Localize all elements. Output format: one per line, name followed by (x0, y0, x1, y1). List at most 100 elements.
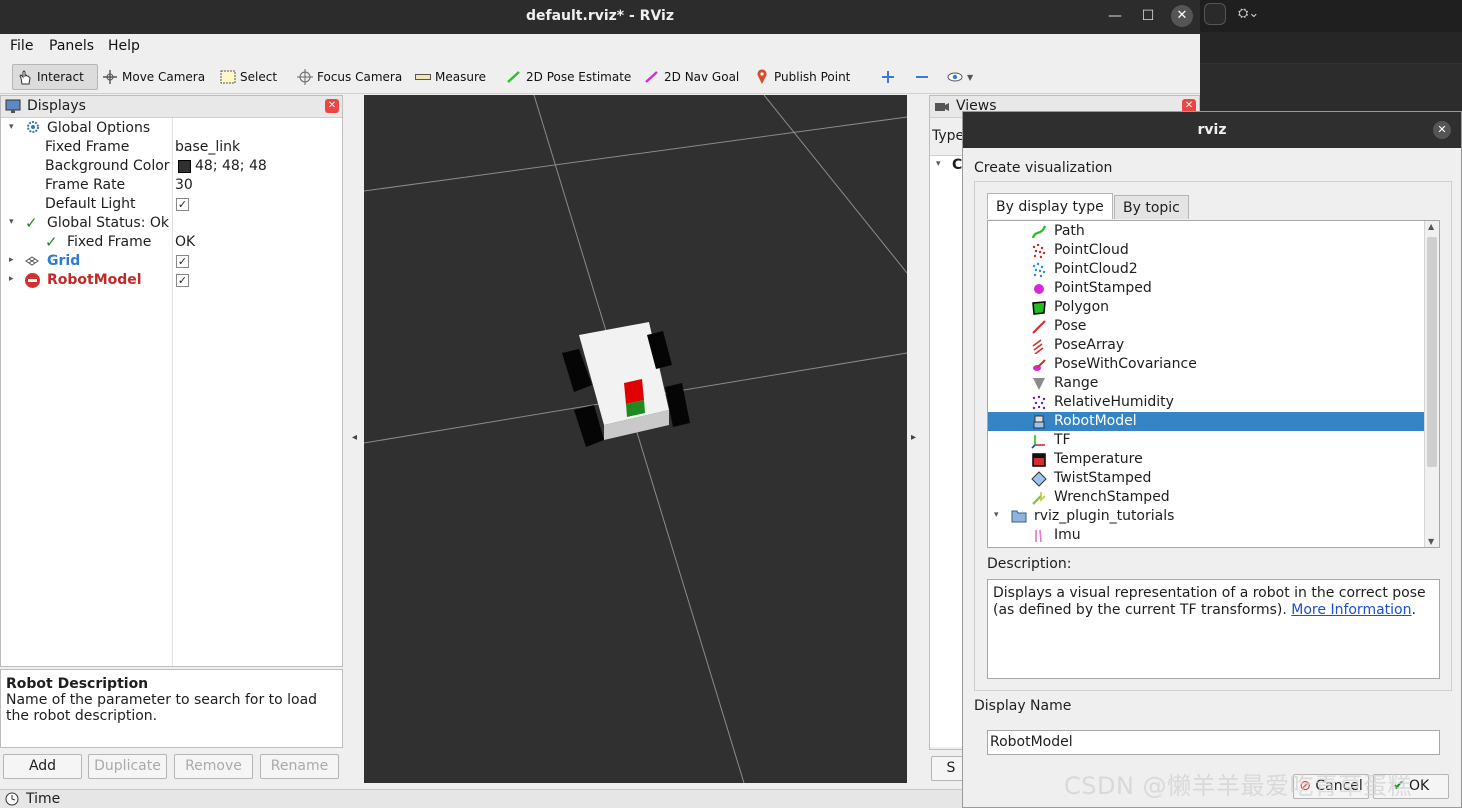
more-information-link[interactable]: More Information (1291, 602, 1411, 618)
duplicate-button[interactable]: Duplicate (88, 754, 167, 779)
expand-arrow-icon[interactable]: ▾ (936, 159, 941, 169)
list-item-posearray[interactable]: PoseArray (988, 336, 1424, 355)
folder-icon (1011, 509, 1027, 525)
publish-point-label: Publish Point (774, 70, 851, 84)
robotmodel-checkbox[interactable]: ✓ (176, 274, 189, 287)
expand-arrow-icon[interactable]: ▾ (9, 122, 14, 132)
menu-bar: File Panels Help (0, 34, 1200, 58)
tab-by-topic[interactable]: By topic (1114, 195, 1189, 219)
description-text: Name of the parameter to search for to l… (6, 692, 318, 724)
measure-tool[interactable]: Measure (411, 64, 490, 90)
title-bar: default.rviz* - RViz — ☐ ✕ (0, 0, 1200, 34)
error-icon (25, 273, 40, 288)
dialog-close-button[interactable]: ✕ (1433, 121, 1451, 139)
pose-estimate-label: 2D Pose Estimate (526, 70, 632, 84)
add-tool-button[interactable] (876, 64, 900, 90)
dialog-heading: Create visualization (974, 160, 1113, 176)
list-item-wrenchstamped[interactable]: WrenchStamped (988, 488, 1424, 507)
tree-row-background-color[interactable]: Background Color 48; 48; 48 (1, 157, 342, 176)
remove-tool-button[interactable] (910, 64, 934, 90)
toolbar: Interact Move Camera Select Focus Camera… (0, 58, 1200, 94)
expand-arrow-icon[interactable]: ▾ (9, 217, 14, 227)
list-item-robotmodel[interactable]: RobotModel (988, 412, 1424, 431)
3d-viewport[interactable] (364, 95, 907, 783)
description-box: Displays a visual representation of a ro… (987, 579, 1440, 679)
hand-icon (17, 69, 33, 85)
menu-help[interactable]: Help (108, 38, 140, 54)
list-scrollbar[interactable]: ▲ ▼ (1424, 221, 1439, 547)
menu-panels[interactable]: Panels (49, 38, 94, 54)
list-item-label: rviz_plugin_tutorials (1034, 508, 1175, 524)
list-item-label: TwistStamped (1054, 470, 1152, 486)
list-item-pointstamped[interactable]: PointStamped (988, 279, 1424, 298)
display-name-field[interactable]: RobotModel (987, 730, 1440, 755)
displays-title: Displays (27, 98, 86, 114)
list-item-pose[interactable]: Pose (988, 317, 1424, 336)
clock-icon (5, 792, 19, 806)
tree-row-default-light[interactable]: Default Light ✓ (1, 195, 342, 214)
select-tool[interactable]: Select (216, 64, 281, 90)
move-camera-tool[interactable]: Move Camera (98, 64, 209, 90)
color-swatch[interactable] (178, 160, 191, 173)
publish-point-tool[interactable]: Publish Point (750, 64, 854, 90)
nav-goal-tool[interactable]: 2D Nav Goal (640, 64, 743, 90)
display-name-label: Display Name (974, 698, 1072, 714)
default-light-checkbox[interactable]: ✓ (176, 198, 189, 211)
scroll-down-icon[interactable]: ▼ (1428, 537, 1434, 546)
tab-by-display-type[interactable]: By display type (987, 193, 1113, 219)
displays-header: Displays ✕ (1, 96, 342, 118)
background-color-label: Background Color (45, 158, 170, 174)
tree-row-global-status[interactable]: ▾ ✓ Global Status: Ok (1, 214, 342, 233)
list-item-range[interactable]: Range (988, 374, 1424, 393)
tool-properties-button[interactable]: ▼ (943, 64, 977, 90)
minimize-button[interactable]: — (1104, 5, 1126, 27)
remove-button[interactable]: Remove (174, 754, 253, 779)
maximize-button[interactable]: ☐ (1137, 5, 1159, 27)
pose-estimate-tool[interactable]: 2D Pose Estimate (502, 64, 635, 90)
green-arrow-icon (506, 69, 522, 85)
fixed-frame-value[interactable]: base_link (175, 139, 240, 155)
close-panel-icon[interactable]: ✕ (325, 99, 339, 113)
tree-row-status-fixed-frame[interactable]: ✓ Fixed Frame OK (1, 233, 342, 252)
ruler-icon (415, 69, 431, 85)
list-item-pointcloud2[interactable]: PointCloud2 (988, 260, 1424, 279)
list-item-imu[interactable]: Imu (988, 526, 1424, 545)
list-item-posewithcovariance[interactable]: PoseWithCovariance (988, 355, 1424, 374)
tree-row-grid[interactable]: ▸ Grid ✓ (1, 252, 342, 271)
list-item-label: WrenchStamped (1054, 489, 1170, 505)
watermark: CSDN @懒羊羊最爱吃青草蛋糕 (1064, 772, 1413, 800)
rename-button[interactable]: Rename (260, 754, 339, 779)
display-type-list[interactable]: Path PointCloud PointCloud2 PointStamped Pol… (987, 220, 1440, 548)
expand-arrow-icon[interactable]: ▾ (994, 510, 999, 520)
list-item-pointcloud[interactable]: PointCloud (988, 241, 1424, 260)
tree-row-robotmodel[interactable]: ▸ RobotModel ✓ (1, 271, 342, 290)
menu-file[interactable]: File (10, 38, 33, 54)
splitter-left-arrow-icon[interactable]: ◂ (352, 432, 357, 443)
list-item-path[interactable]: Path (988, 222, 1424, 241)
collapse-arrow-icon[interactable]: ▸ (9, 274, 14, 284)
frame-rate-value[interactable]: 30 (175, 177, 193, 193)
tree-row-global-options[interactable]: ▾ Global Options (1, 119, 342, 138)
focus-camera-tool[interactable]: Focus Camera (293, 64, 406, 90)
list-item-tf[interactable]: TF (988, 431, 1424, 450)
polygon-icon (1031, 300, 1047, 316)
list-item-label: RobotModel (1054, 413, 1137, 429)
interact-tool[interactable]: Interact (12, 64, 98, 90)
scroll-up-icon[interactable]: ▲ (1428, 222, 1434, 231)
tree-row-frame-rate[interactable]: Frame Rate 30 (1, 176, 342, 195)
tree-row-fixed-frame[interactable]: Fixed Frame base_link (1, 138, 342, 157)
list-item-relativehumidity[interactable]: RelativeHumidity (988, 393, 1424, 412)
move-camera-label: Move Camera (122, 70, 206, 84)
list-item-polygon[interactable]: Polygon (988, 298, 1424, 317)
splitter-right-arrow-icon[interactable]: ▸ (911, 432, 916, 443)
background-color-value[interactable]: 48; 48; 48 (195, 158, 267, 174)
collapse-arrow-icon[interactable]: ▸ (9, 255, 14, 265)
nav-goal-label: 2D Nav Goal (664, 70, 740, 84)
add-button[interactable]: Add (3, 754, 82, 779)
list-item-temperature[interactable]: Temperature (988, 450, 1424, 469)
close-window-button[interactable]: ✕ (1171, 5, 1193, 27)
list-item-rviz-plugin-tutorials[interactable]: ▾ rviz_plugin_tutorials (988, 507, 1424, 526)
list-item-twiststamped[interactable]: TwistStamped (988, 469, 1424, 488)
grid-checkbox[interactable]: ✓ (176, 255, 189, 268)
scroll-thumb[interactable] (1427, 237, 1437, 467)
